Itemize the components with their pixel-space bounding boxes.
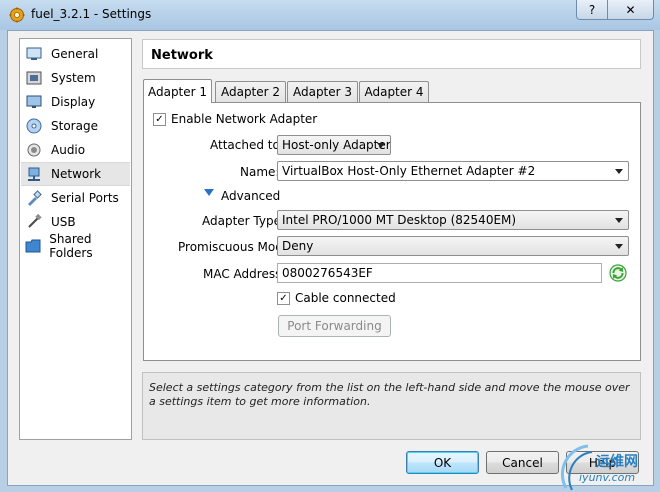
- adapter-type-label: Adapter Type:: [202, 214, 286, 228]
- sidebar-item-label: Network: [51, 167, 102, 181]
- refresh-mac-icon[interactable]: [609, 264, 627, 282]
- page-header: Network: [142, 39, 641, 69]
- tab-adapter-2[interactable]: Adapter 2: [215, 81, 286, 102]
- sidebar-item-general[interactable]: General: [21, 42, 130, 66]
- sidebar-item-usb[interactable]: USB: [21, 210, 130, 234]
- cancel-button[interactable]: Cancel: [486, 451, 559, 474]
- mac-address-label: MAC Address:: [203, 267, 286, 281]
- sidebar-item-display[interactable]: Display: [21, 90, 130, 114]
- promiscuous-mode-select[interactable]: Deny: [277, 236, 629, 256]
- cable-connected-label: Cable connected: [295, 291, 396, 305]
- adapter-type-select[interactable]: Intel PRO/1000 MT Desktop (82540EM): [277, 210, 629, 230]
- watermark-url: iyunv.com: [579, 471, 636, 484]
- tab-adapter-3[interactable]: Adapter 3: [287, 81, 358, 102]
- settings-gear-icon: [9, 7, 25, 23]
- mac-address-field[interactable]: 0800276543EF: [277, 263, 602, 283]
- sidebar-item-label: Storage: [51, 119, 98, 133]
- tab-adapter-4[interactable]: Adapter 4: [359, 81, 429, 102]
- chevron-down-icon: [615, 169, 623, 174]
- dialog-client-area: General System Display Storage Audio Net…: [7, 30, 654, 486]
- usb-icon: [25, 214, 43, 230]
- system-icon: [25, 70, 43, 86]
- sidebar-item-label: System: [51, 71, 96, 85]
- port-forwarding-button[interactable]: Port Forwarding: [278, 315, 391, 337]
- attached-to-label: Attached to:: [210, 138, 284, 152]
- sidebar-item-serial-ports[interactable]: Serial Ports: [21, 186, 130, 210]
- sidebar-item-storage[interactable]: Storage: [21, 114, 130, 138]
- promiscuous-mode-value: Deny: [282, 239, 314, 253]
- sidebar-item-label: USB: [51, 215, 76, 229]
- advanced-toggle[interactable]: Advanced: [221, 189, 280, 203]
- sidebar-item-audio[interactable]: Audio: [21, 138, 130, 162]
- name-label: Name:: [240, 165, 280, 179]
- sidebar-item-network[interactable]: Network: [21, 162, 130, 186]
- storage-icon: [25, 118, 43, 134]
- sidebar-item-shared-folders[interactable]: Shared Folders: [21, 232, 130, 260]
- page-title: Network: [151, 48, 213, 63]
- enable-adapter-checkbox[interactable]: ✓: [153, 113, 166, 126]
- window-close-button[interactable]: ✕: [608, 0, 654, 20]
- adapter-panel: ✓ Enable Network Adapter Attached to: Ho…: [143, 102, 641, 361]
- sidebar-item-label: Display: [51, 95, 96, 109]
- ok-button[interactable]: OK: [406, 451, 479, 474]
- cable-connected-checkbox[interactable]: ✓: [277, 292, 290, 305]
- display-icon: [25, 94, 43, 110]
- sidebar-item-label: Shared Folders: [49, 232, 93, 260]
- expand-triangle-icon[interactable]: [204, 189, 214, 196]
- title-bar: fuel_3.2.1 - Settings ? ✕: [0, 0, 660, 30]
- name-value: VirtualBox Host-Only Ethernet Adapter #2: [282, 164, 536, 178]
- sidebar-item-label: General: [51, 47, 99, 61]
- watermark-text: 运维网: [596, 454, 638, 470]
- shared-folders-icon: [25, 238, 41, 254]
- general-icon: [25, 46, 43, 62]
- chevron-down-icon: [615, 218, 623, 223]
- network-icon: [25, 166, 43, 182]
- info-description: Select a settings category from the list…: [142, 372, 641, 440]
- name-select[interactable]: VirtualBox Host-Only Ethernet Adapter #2: [277, 161, 629, 181]
- chevron-down-icon: [615, 244, 623, 249]
- chevron-down-icon: [377, 143, 385, 148]
- audio-icon: [25, 142, 43, 158]
- category-list: General System Display Storage Audio Net…: [19, 38, 132, 440]
- adapter-type-value: Intel PRO/1000 MT Desktop (82540EM): [282, 213, 517, 227]
- title-help-button[interactable]: ?: [576, 0, 608, 20]
- sidebar-item-label: Audio: [51, 143, 86, 157]
- sidebar-item-label: Serial Ports: [51, 191, 119, 205]
- attached-to-value: Host-only Adapter: [282, 138, 391, 152]
- attached-to-select[interactable]: Host-only Adapter: [277, 135, 391, 155]
- tab-adapter-1[interactable]: Adapter 1: [143, 79, 212, 103]
- serial-ports-icon: [25, 190, 43, 206]
- sidebar-item-system[interactable]: System: [21, 66, 130, 90]
- enable-adapter-label: Enable Network Adapter: [171, 112, 318, 126]
- window-title: fuel_3.2.1 - Settings: [31, 7, 152, 21]
